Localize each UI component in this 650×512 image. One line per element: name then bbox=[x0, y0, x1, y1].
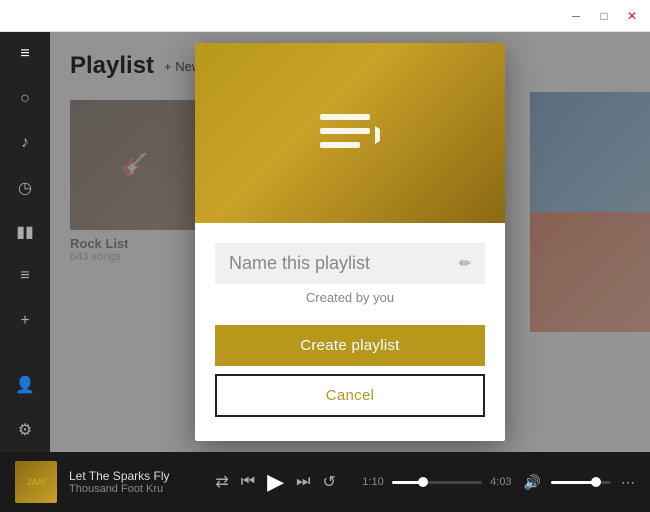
sidebar: ≡ ○ ♪ ◷ ▮▮ ≡ + 👤 ⚙ bbox=[0, 32, 50, 452]
create-playlist-button[interactable]: Create playlist bbox=[215, 325, 485, 366]
play-button[interactable]: ▶ bbox=[267, 469, 284, 495]
main-content: ≡ ○ ♪ ◷ ▮▮ ≡ + 👤 ⚙ Playlist + New playli… bbox=[0, 32, 650, 452]
sidebar-item-recent[interactable]: ◷ bbox=[10, 175, 40, 199]
current-time: 1:10 bbox=[362, 476, 383, 488]
volume-icon[interactable]: 🔊 bbox=[524, 474, 541, 491]
progress-bar[interactable] bbox=[392, 481, 482, 484]
app-background: ─ □ ✕ ≡ ○ ♪ ◷ ▮▮ ≡ + 👤 ⚙ Playlist + New … bbox=[0, 0, 650, 512]
album-label: JAM bbox=[26, 477, 45, 487]
playlist-icon bbox=[320, 108, 380, 158]
content-area: Playlist + New playlist 🎸 Rock List 643 … bbox=[50, 32, 650, 452]
artist-name: Thousand Foot Kru bbox=[69, 483, 189, 495]
maximize-button[interactable]: □ bbox=[594, 6, 614, 26]
sidebar-item-chart[interactable]: ▮▮ bbox=[10, 220, 40, 244]
sidebar-item-add[interactable]: + bbox=[10, 309, 40, 333]
sidebar-item-search[interactable]: ○ bbox=[10, 86, 40, 110]
repeat-button[interactable]: ↺ bbox=[323, 472, 336, 492]
shuffle-button[interactable]: ⇄ bbox=[215, 472, 228, 492]
title-bar: ─ □ ✕ bbox=[0, 0, 650, 32]
modal-overlay: Name this playlist ✏ Created by you Crea… bbox=[50, 32, 650, 452]
player-controls: ⇄ ⏮ ▶ ⏭ ↺ bbox=[201, 469, 350, 495]
volume-fill bbox=[551, 481, 596, 484]
progress-section: 1:10 4:03 bbox=[362, 476, 511, 488]
sidebar-item-settings[interactable]: ⚙ bbox=[10, 418, 40, 442]
player-right-controls: 🔊 ⋯ bbox=[524, 474, 635, 491]
progress-thumb bbox=[418, 477, 428, 487]
track-name: Let The Sparks Fly bbox=[69, 469, 189, 483]
volume-bar[interactable] bbox=[551, 481, 611, 484]
volume-thumb bbox=[591, 477, 601, 487]
edit-icon[interactable]: ✏ bbox=[459, 255, 471, 272]
sidebar-item-music[interactable]: ♪ bbox=[10, 131, 40, 155]
bottom-player: JAM Let The Sparks Fly Thousand Foot Kru… bbox=[0, 452, 650, 512]
player-album-art: JAM bbox=[15, 461, 57, 503]
sidebar-item-profile[interactable]: 👤 bbox=[10, 373, 40, 397]
playlist-name-row: Name this playlist ✏ bbox=[215, 243, 485, 284]
next-button[interactable]: ⏭ bbox=[296, 473, 310, 491]
create-playlist-dialog: Name this playlist ✏ Created by you Crea… bbox=[195, 43, 505, 441]
prev-button[interactable]: ⏮ bbox=[241, 473, 255, 491]
sidebar-item-menu[interactable]: ≡ bbox=[10, 42, 40, 66]
sidebar-item-list[interactable]: ≡ bbox=[10, 264, 40, 288]
dialog-body: Name this playlist ✏ Created by you Crea… bbox=[195, 223, 505, 441]
minimize-button[interactable]: ─ bbox=[566, 6, 586, 26]
cancel-button[interactable]: Cancel bbox=[215, 374, 485, 417]
total-time: 4:03 bbox=[490, 476, 511, 488]
created-by-label: Created by you bbox=[215, 290, 485, 305]
player-info: Let The Sparks Fly Thousand Foot Kru bbox=[69, 469, 189, 495]
close-button[interactable]: ✕ bbox=[622, 6, 642, 26]
playlist-name-input[interactable]: Name this playlist bbox=[229, 253, 459, 274]
dialog-artwork bbox=[195, 43, 505, 223]
more-icon[interactable]: ⋯ bbox=[621, 474, 635, 491]
